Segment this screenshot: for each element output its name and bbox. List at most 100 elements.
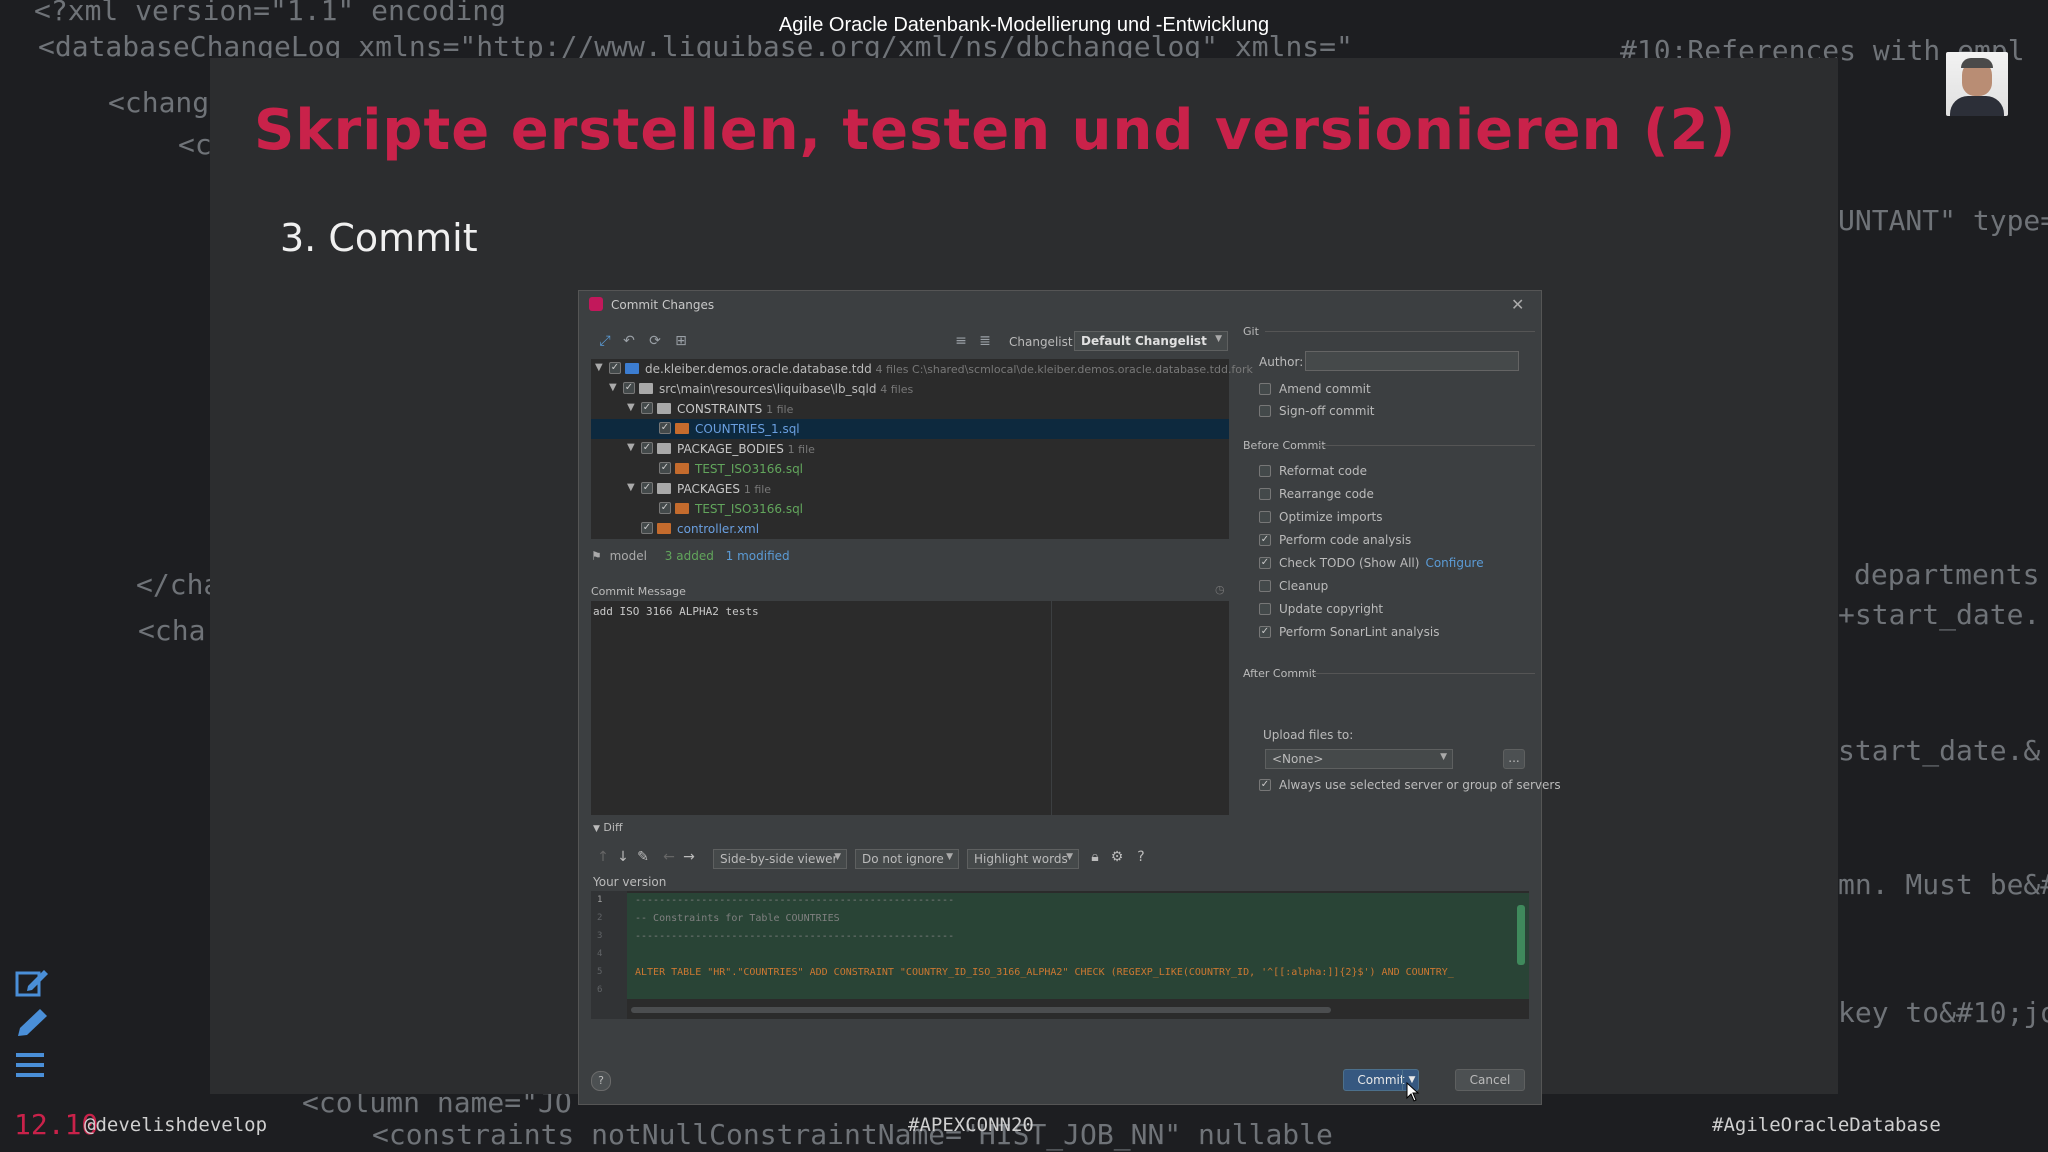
line-number: 2 xyxy=(597,913,603,923)
expand-arrow-icon[interactable]: ▼ xyxy=(595,362,603,373)
option-label: Update copyright xyxy=(1279,602,1384,616)
before-commit-label: Before Commit xyxy=(1243,439,1326,452)
tree-row-project[interactable]: ▼ ✓ de.kleiber.demos.oracle.database.tdd… xyxy=(591,359,1253,379)
bg-code-line: departments xyxy=(1854,558,2040,591)
tree-row-folder-package-bodies[interactable]: ▼ ✓ PACKAGE_BODIES 1 file xyxy=(591,439,1229,459)
expand-all-icon[interactable]: ≡ xyxy=(953,333,969,349)
forward-icon[interactable]: → xyxy=(681,849,697,865)
tree-row-file-test-spec[interactable]: ✓ TEST_ISO3166.sql xyxy=(591,499,1229,519)
commit-message-input[interactable]: add ISO 3166 ALPHA2 tests xyxy=(591,601,1229,815)
back-icon[interactable]: ← xyxy=(661,849,677,865)
dialog-title: Commit Changes xyxy=(611,298,715,312)
file-checkbox[interactable]: ✓ xyxy=(641,522,653,534)
tree-row-directory[interactable]: ▼ ✓ src\main\resources\liquibase\lb_sqld… xyxy=(591,379,1229,399)
modified-count[interactable]: 1 modified xyxy=(726,549,790,563)
expand-arrow-icon[interactable]: ▼ xyxy=(627,442,635,453)
close-icon[interactable]: ✕ xyxy=(1511,295,1524,314)
branch-icon: ⚑ xyxy=(591,549,602,563)
chevron-down-icon: ▼ xyxy=(946,852,953,862)
show-diff-icon[interactable]: ⤢ xyxy=(597,333,613,349)
expand-arrow-icon[interactable]: ▼ xyxy=(627,402,635,413)
added-count[interactable]: 3 added xyxy=(665,549,714,563)
dialog-titlebar: Commit Changes ✕ xyxy=(579,291,1541,319)
diff-toolbar: ↑ ↓ ✎ ← → Side-by-side viewer ▼ Do not ig… xyxy=(591,847,1531,871)
diff-editor[interactable]: 1 2 3 4 5 6 ----------------------------… xyxy=(591,891,1529,1019)
vertical-scrollbar[interactable] xyxy=(1517,905,1525,965)
configure-link[interactable]: Configure xyxy=(1425,556,1483,570)
module-icon xyxy=(625,363,639,374)
file-checkbox[interactable]: ✓ xyxy=(659,462,671,474)
pen-icon[interactable] xyxy=(14,1008,50,1038)
tree-row-folder-constraints[interactable]: ▼ ✓ CONSTRAINTS 1 file xyxy=(591,399,1229,419)
lock-icon[interactable]: 🔒︎ xyxy=(1087,849,1103,865)
checkbox[interactable] xyxy=(1259,383,1271,395)
checkbox[interactable] xyxy=(1259,488,1271,500)
next-difference-icon[interactable]: ↓ xyxy=(615,849,631,865)
checkbox[interactable] xyxy=(1259,511,1271,523)
group-by-icon[interactable]: ⊞ xyxy=(673,333,689,349)
checkbox[interactable] xyxy=(1259,465,1271,477)
tree-row-file-test-body[interactable]: ✓ TEST_ISO3166.sql xyxy=(591,459,1229,479)
bottom-bar: 12.10 @develishdevelop #APEXCONN20 #Agil… xyxy=(0,1104,2048,1152)
changed-files-tree: ▼ ✓ de.kleiber.demos.oracle.database.tdd… xyxy=(591,359,1253,523)
collapse-all-icon[interactable]: ≣ xyxy=(977,333,993,349)
file-checkbox[interactable]: ✓ xyxy=(659,502,671,514)
browse-servers-button[interactable]: ... xyxy=(1503,749,1525,769)
tree-item-meta: 1 file xyxy=(766,403,794,416)
highlight-select[interactable]: Highlight words ▼ xyxy=(967,849,1079,869)
file-checkbox[interactable]: ✓ xyxy=(641,482,653,494)
cancel-button[interactable]: Cancel xyxy=(1455,1069,1525,1091)
checkbox[interactable]: ✓ xyxy=(1259,534,1271,546)
author-input[interactable] xyxy=(1305,351,1519,371)
rollback-icon[interactable]: ↶ xyxy=(621,333,637,349)
whitespace-select[interactable]: Do not ignore ▼ xyxy=(855,849,959,869)
bg-code-line: <chang xyxy=(108,86,210,119)
help-button[interactable]: ? xyxy=(591,1071,611,1091)
edit-note-icon[interactable] xyxy=(14,968,50,998)
horizontal-scrollbar[interactable] xyxy=(631,1007,1331,1013)
gear-icon[interactable]: ⚙ xyxy=(1109,849,1125,865)
help-icon[interactable]: ? xyxy=(1133,849,1149,865)
changelist-select[interactable]: Default Changelist ▼ xyxy=(1074,331,1228,351)
diff-viewer-select[interactable]: Side-by-side viewer ▼ xyxy=(713,849,847,869)
diff-label: Diff xyxy=(603,821,623,834)
checkbox[interactable]: ✓ xyxy=(1259,557,1271,569)
checkbox[interactable] xyxy=(1259,580,1271,592)
upload-files-label: Upload files to: xyxy=(1263,728,1354,742)
bg-code-line: <cha xyxy=(138,614,206,647)
bg-code-line: start_date.& xyxy=(1838,734,2041,767)
upload-target-select[interactable]: <None> ▼ xyxy=(1265,749,1453,769)
checkbox[interactable]: ✓ xyxy=(1259,779,1271,791)
bg-code-line: key to&#10;jo xyxy=(1838,996,2048,1029)
diff-section-header[interactable]: ▼ Diff xyxy=(593,821,623,834)
file-checkbox[interactable]: ✓ xyxy=(609,362,621,374)
previous-difference-icon[interactable]: ↑ xyxy=(595,849,611,865)
refresh-icon[interactable]: ⟳ xyxy=(647,333,663,349)
file-checkbox[interactable]: ✓ xyxy=(641,442,653,454)
checkbox[interactable] xyxy=(1259,603,1271,615)
branch-name: model xyxy=(609,549,647,563)
bg-code-line: mn. Must be&# xyxy=(1838,868,2048,901)
history-icon[interactable]: ◷ xyxy=(1215,583,1225,596)
expand-arrow-icon[interactable]: ▼ xyxy=(627,482,635,493)
edit-source-icon[interactable]: ✎ xyxy=(635,849,651,865)
checkbox[interactable]: ✓ xyxy=(1259,626,1271,638)
file-checkbox[interactable]: ✓ xyxy=(641,402,653,414)
line-number: 5 xyxy=(597,967,603,977)
git-options-panel: Git Author: Amend commit Sign-off commit… xyxy=(1239,319,1539,709)
file-checkbox[interactable]: ✓ xyxy=(623,382,635,394)
intellij-app-icon xyxy=(589,297,603,311)
option-label: Optimize imports xyxy=(1279,510,1383,524)
tree-row-file-countries[interactable]: ✓ COUNTRIES_1.sql xyxy=(591,419,1229,439)
checkbox[interactable] xyxy=(1259,405,1271,417)
tree-row-file-controller[interactable]: ✓ controller.xml xyxy=(591,519,1229,539)
expand-arrow-icon[interactable]: ▼ xyxy=(609,382,617,393)
tree-row-folder-packages[interactable]: ▼ ✓ PACKAGES 1 file xyxy=(591,479,1229,499)
file-checkbox[interactable]: ✓ xyxy=(659,422,671,434)
added-code-block: ----------------------------------------… xyxy=(627,893,1529,999)
sql-file-icon xyxy=(675,463,689,474)
tree-item-meta: 1 file xyxy=(787,443,815,456)
menu-icon[interactable] xyxy=(14,1050,50,1080)
code-line: ----------------------------------------… xyxy=(635,931,955,942)
commit-changes-dialog: Commit Changes ✕ ⤢ ↶ ⟳ ⊞ ≡ ≣ Changelist:… xyxy=(578,290,1561,1105)
